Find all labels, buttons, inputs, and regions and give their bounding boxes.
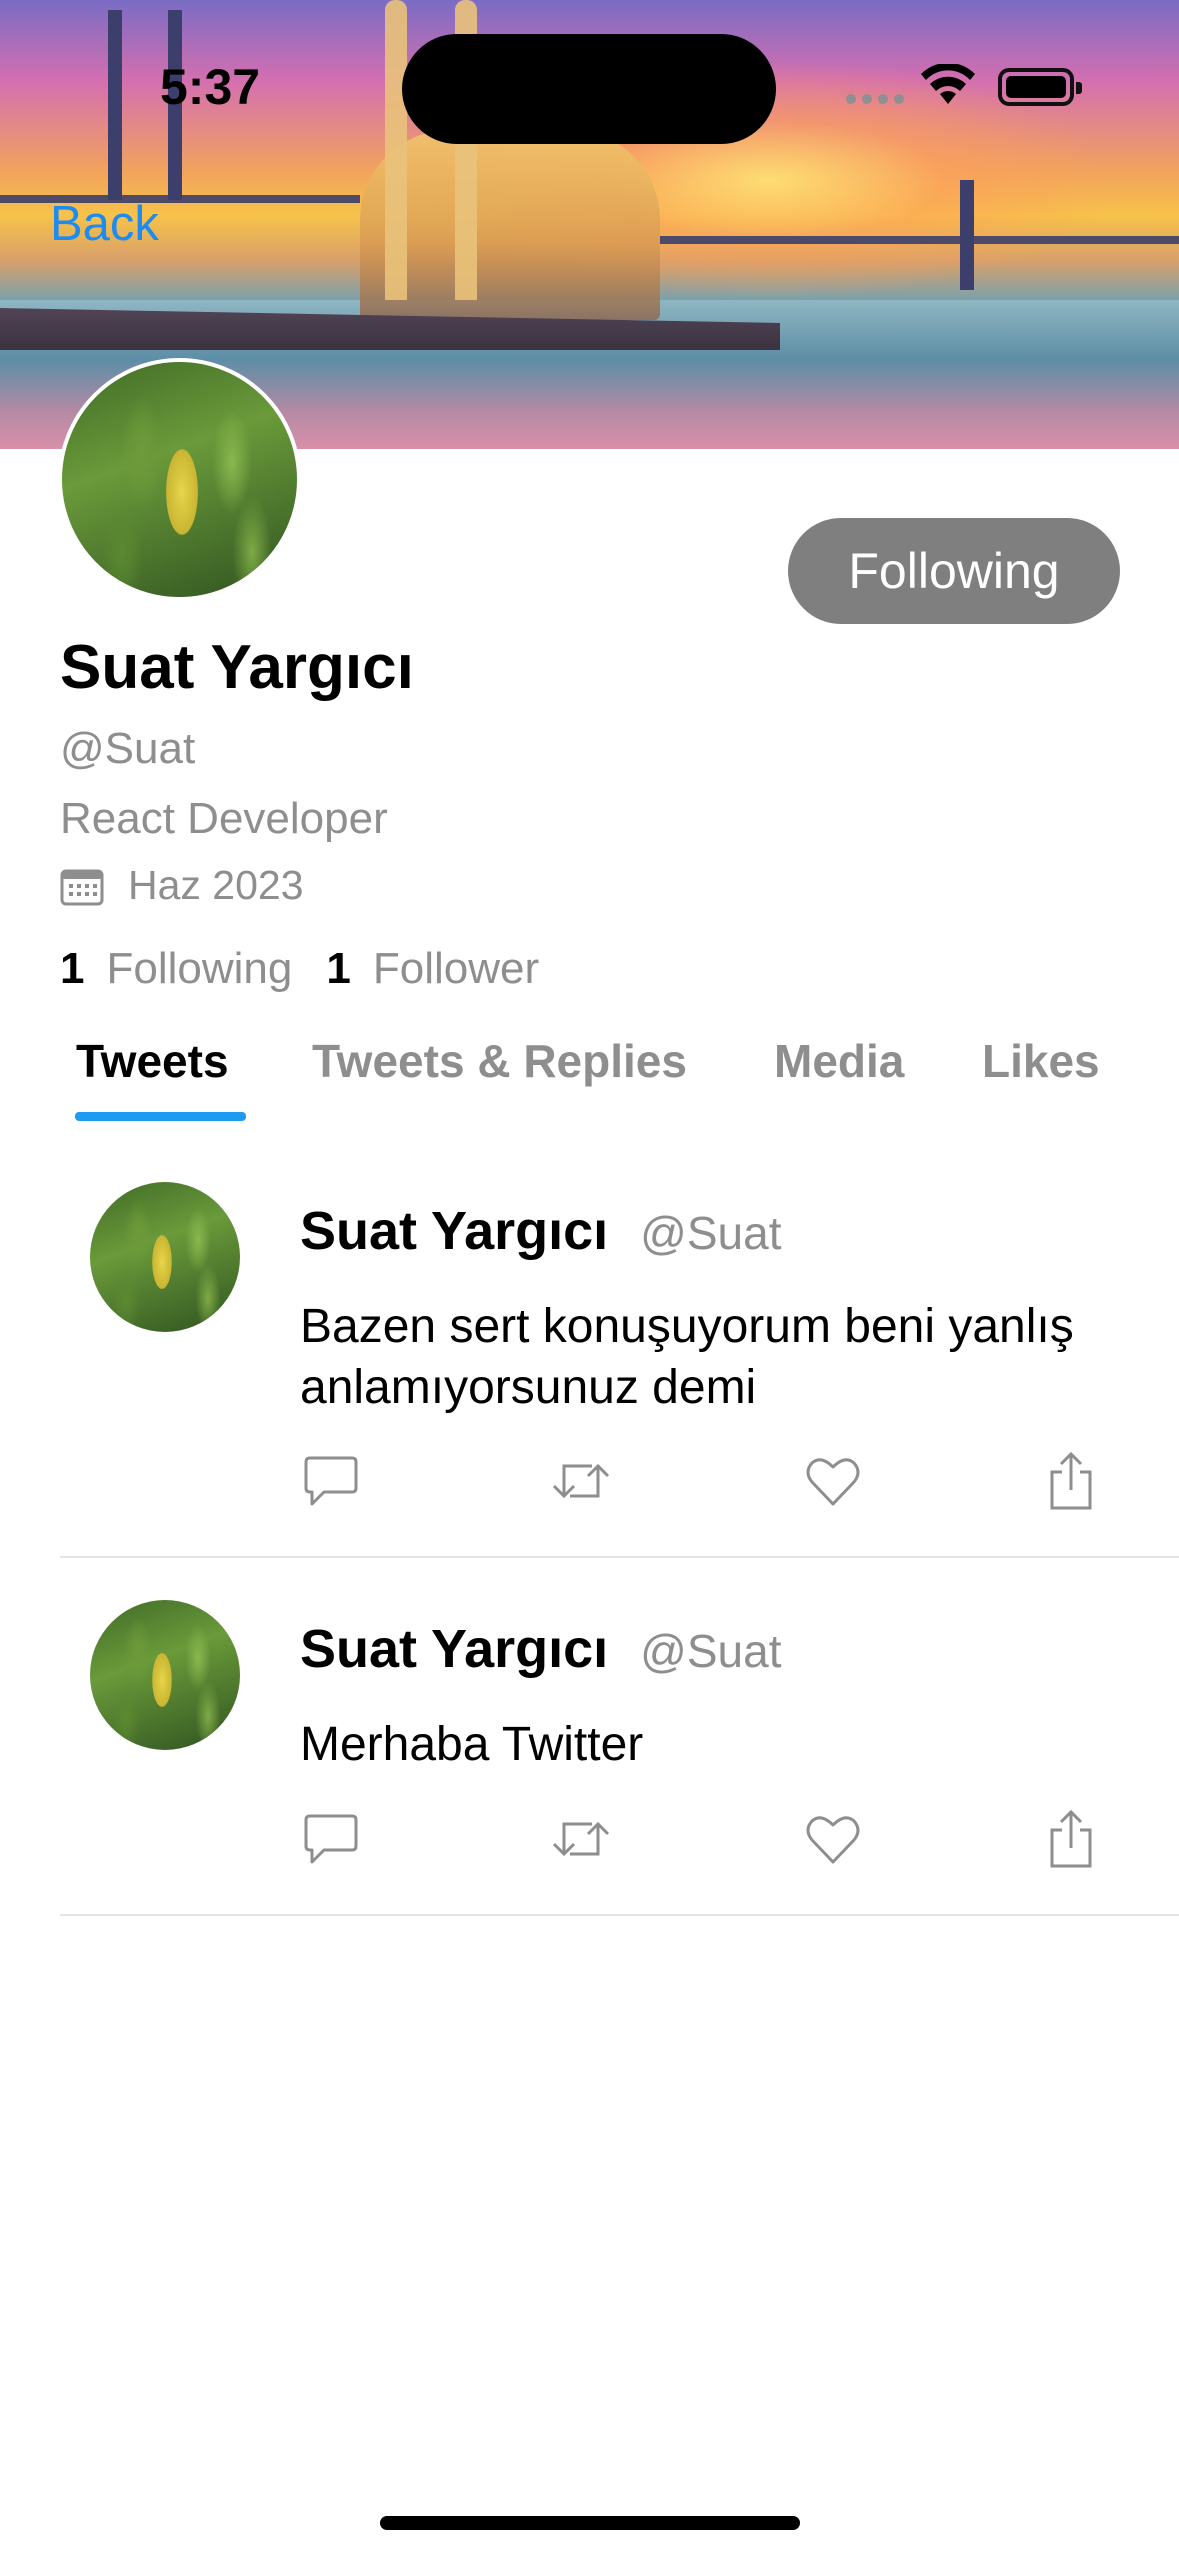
comment-icon[interactable]: [300, 1450, 362, 1512]
followers-count[interactable]: 1: [326, 944, 350, 994]
joined-date: Haz 2023: [60, 862, 304, 909]
tweet-text: Merhaba Twitter: [300, 1718, 644, 1771]
tweet-text: Bazen sert konuşuyorum beni yanlış anlam…: [300, 1300, 1074, 1414]
profile-handle: @Suat: [60, 724, 196, 773]
heart-icon[interactable]: [802, 1450, 864, 1512]
profile-display-name: Suat Yargıcı: [60, 633, 414, 702]
tweet-divider: [60, 1914, 1179, 1916]
tab-media[interactable]: Media: [774, 1034, 904, 1088]
home-indicator[interactable]: [380, 2516, 800, 2530]
tweet-divider: [60, 1556, 1179, 1558]
dynamic-island: [402, 34, 776, 144]
tweet-item[interactable]: Suat Yargıcı @Suat Merhaba Twitter: [0, 1580, 1179, 1910]
following-button[interactable]: Following: [788, 518, 1120, 624]
tweet-author-name: Suat Yargıcı: [300, 1619, 609, 1679]
followers-label[interactable]: Follower: [373, 944, 539, 994]
battery-icon: [998, 68, 1082, 106]
status-time: 5:37: [160, 59, 261, 115]
back-button[interactable]: Back: [50, 196, 159, 252]
share-icon[interactable]: [1040, 1450, 1102, 1512]
active-tab-indicator: [75, 1112, 246, 1121]
wifi-icon: [921, 64, 975, 104]
tweet-avatar[interactable]: [90, 1182, 240, 1332]
tweet-author-handle: @Suat: [640, 1625, 782, 1677]
profile-avatar[interactable]: [58, 358, 301, 601]
tweet-actions: [300, 1808, 1100, 1872]
following-count[interactable]: 1: [60, 944, 84, 994]
tweet-author-name: Suat Yargıcı: [300, 1201, 609, 1261]
joined-date-text: Haz 2023: [128, 862, 304, 908]
calendar-icon: [60, 869, 104, 905]
retweet-icon[interactable]: [550, 1450, 612, 1512]
tweet-author-handle: @Suat: [640, 1207, 782, 1259]
tweet-header: Suat Yargıcı @Suat: [300, 1618, 781, 1680]
heart-icon[interactable]: [802, 1808, 864, 1870]
tab-tweets-and-replies[interactable]: Tweets & Replies: [312, 1034, 687, 1088]
tweet-actions: [300, 1450, 1100, 1514]
tab-likes[interactable]: Likes: [982, 1034, 1100, 1088]
profile-tabs: Tweets Tweets & Replies Media Likes: [0, 1034, 1179, 1124]
follow-stats: 1 Following 1 Follower: [60, 944, 573, 994]
comment-icon[interactable]: [300, 1808, 362, 1870]
following-label[interactable]: Following: [106, 944, 292, 994]
tweet-avatar[interactable]: [90, 1600, 240, 1750]
cellular-signal-icon: [846, 94, 904, 104]
tweet-item[interactable]: Suat Yargıcı @Suat Bazen sert konuşuyoru…: [0, 1160, 1179, 1560]
profile-screen: 5:37 Back Following Suat Yargıcı @Suat R…: [0, 0, 1179, 2556]
profile-bio: React Developer: [60, 794, 388, 843]
share-icon[interactable]: [1040, 1808, 1102, 1870]
tab-tweets[interactable]: Tweets: [76, 1034, 229, 1088]
retweet-icon[interactable]: [550, 1808, 612, 1870]
tweet-header: Suat Yargıcı @Suat: [300, 1200, 781, 1262]
